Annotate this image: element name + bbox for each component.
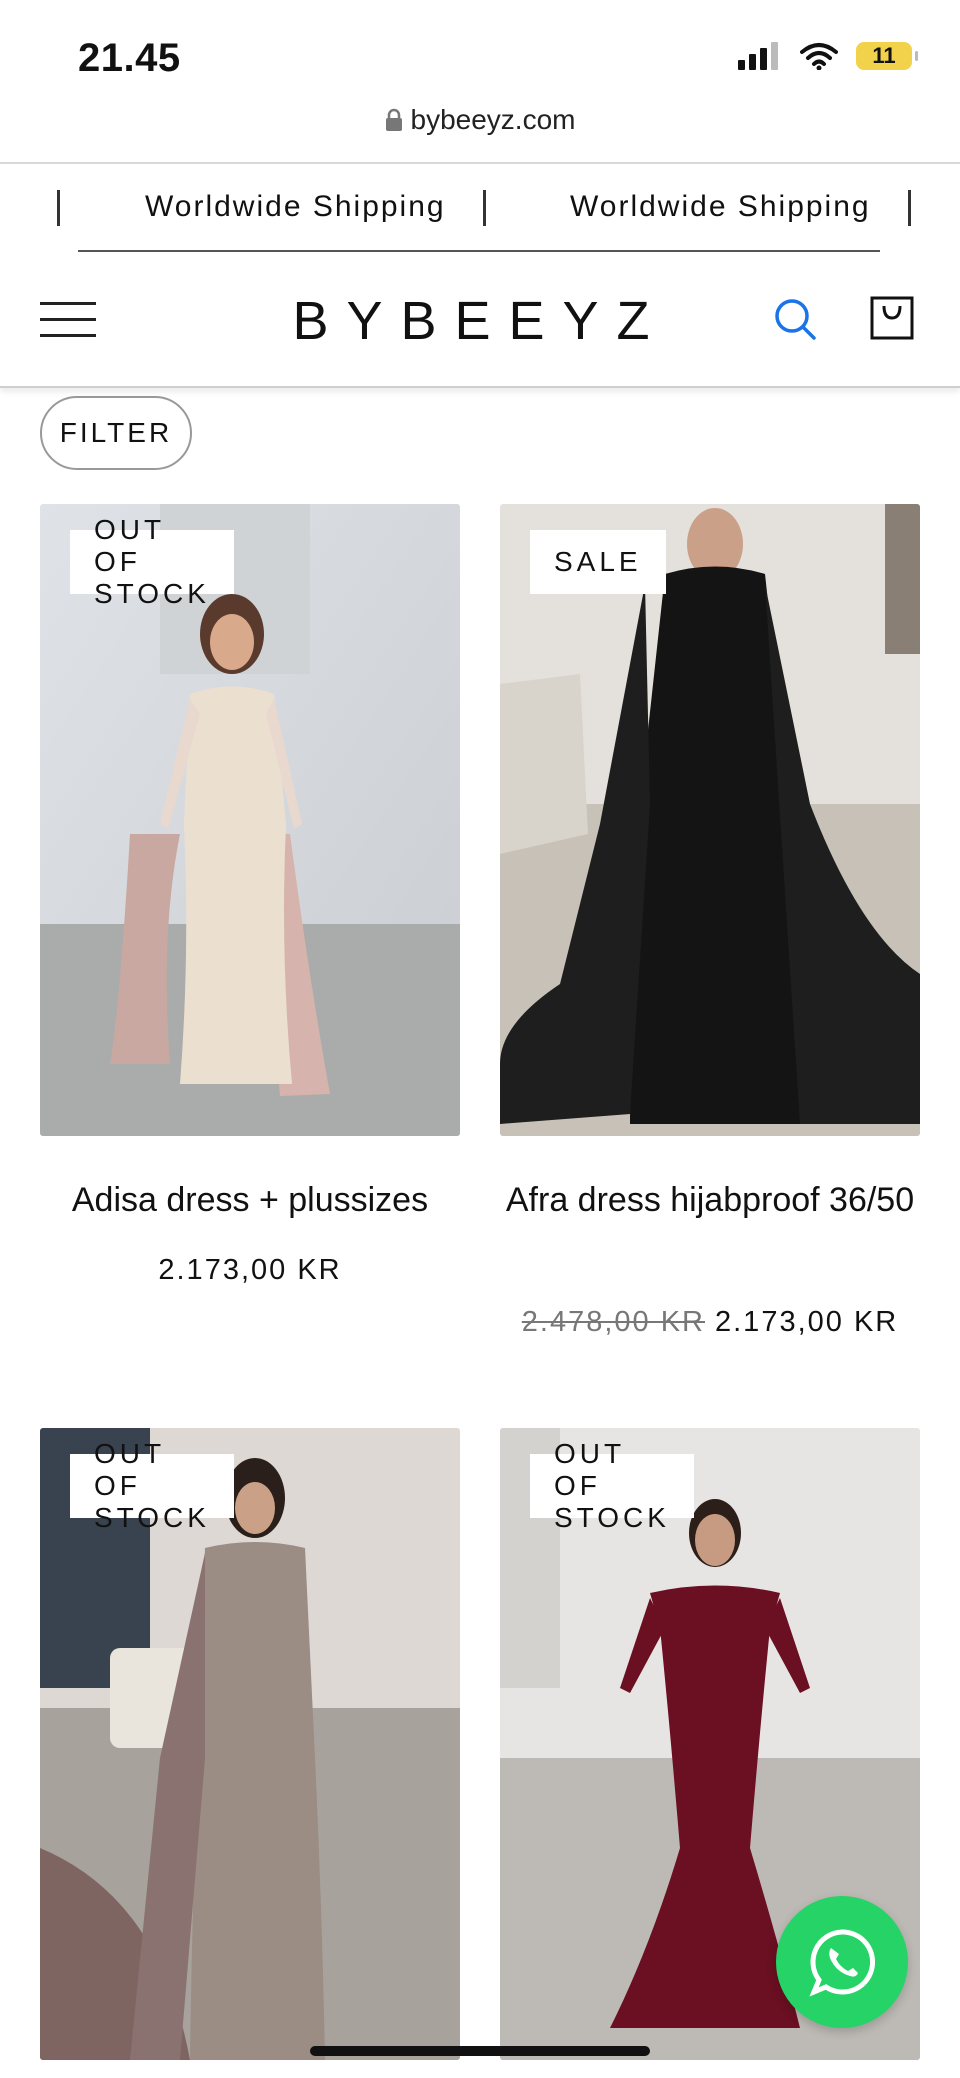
home-indicator (310, 2046, 650, 2056)
announcement-text: Worldwide Shipping (145, 190, 446, 223)
status-icons: 11 (738, 42, 918, 70)
battery-level: 11 (872, 43, 896, 68)
wifi-icon (800, 43, 838, 70)
lock-icon (385, 108, 402, 131)
cellular-signal-icon (738, 42, 778, 70)
announcement-bar: Worldwide Shipping Worldwide Shipping (0, 190, 960, 232)
address-bar[interactable]: bybeeyz.com (0, 104, 960, 136)
product-image[interactable] (500, 504, 920, 1136)
marquee-separator (57, 190, 60, 226)
cart-icon[interactable] (870, 296, 914, 340)
url-text: bybeeyz.com (410, 104, 576, 135)
marquee-separator (483, 190, 486, 226)
marquee-separator (908, 190, 911, 226)
announcement-text: Worldwide Shipping (570, 190, 871, 223)
product-price: 2.478,00 KR 2.173,00 KR (480, 1306, 940, 1339)
price-current: 2.173,00 KR (158, 1254, 342, 1286)
product-title[interactable]: Adisa dress + plussizes (30, 1174, 470, 1226)
sale-badge: SALE (530, 530, 666, 594)
product-price: 2.173,00 KR (20, 1254, 480, 1287)
status-bar: 21.45 11 bybeeyz.com (0, 0, 960, 135)
price-current: 2.173,00 KR (715, 1306, 899, 1338)
search-icon[interactable] (772, 296, 820, 344)
price-original: 2.478,00 KR (521, 1306, 705, 1338)
product-title[interactable]: Afra dress hijabproof 36/50 (490, 1174, 930, 1226)
whatsapp-chat-button[interactable] (776, 1896, 908, 2028)
filter-button[interactable]: FILTER (40, 396, 192, 470)
whatsapp-icon (809, 1929, 876, 1997)
site-header: BYBEEYZ (0, 270, 960, 388)
battery-icon: 11 (856, 42, 918, 70)
stock-badge: OUT OF STOCK (530, 1438, 694, 1533)
announcement-underline (78, 250, 880, 252)
status-time: 21.45 (78, 36, 181, 80)
stock-badge: OUT OF STOCK (70, 1438, 234, 1533)
address-divider (0, 162, 960, 164)
stock-badge: OUT OF STOCK (70, 514, 234, 609)
